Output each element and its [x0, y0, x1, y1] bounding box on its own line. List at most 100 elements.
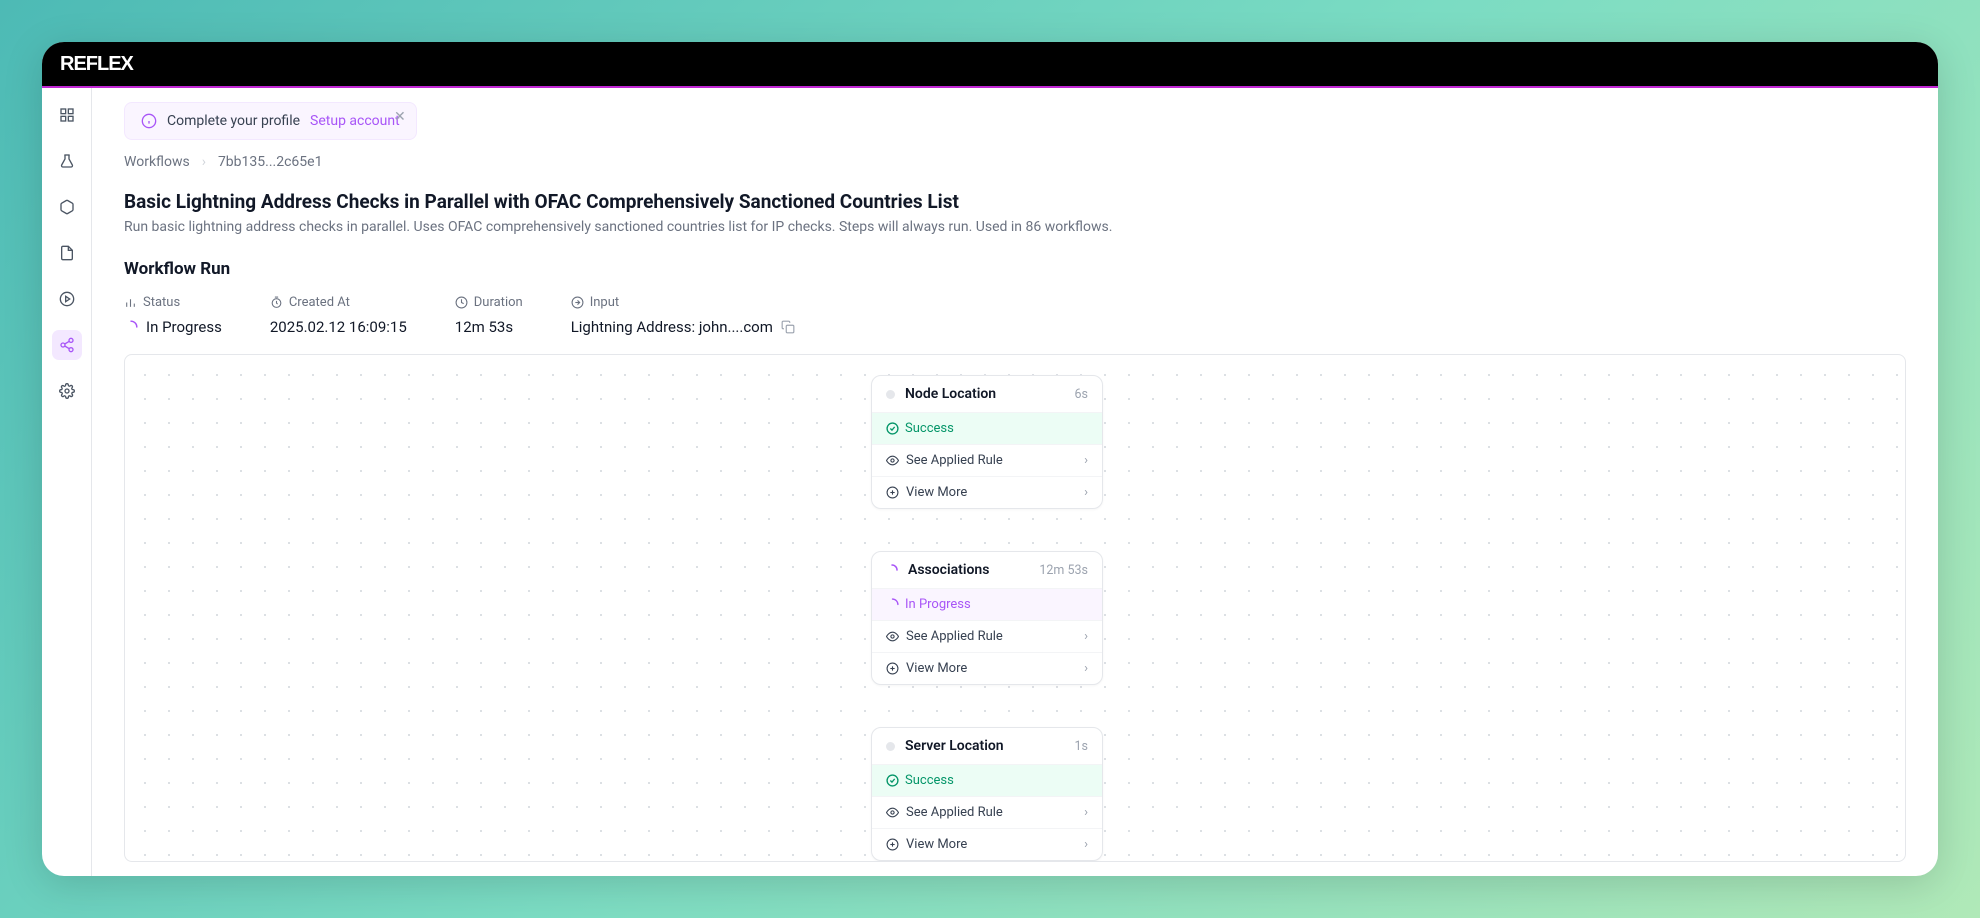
file-icon: [59, 245, 75, 261]
node-head: Server Location 1s: [872, 728, 1102, 764]
bars-icon: [124, 296, 137, 309]
node-title: Associations: [908, 562, 989, 578]
plus-circle-icon: [886, 838, 899, 851]
chevron-right-icon: ›: [202, 154, 206, 170]
gear-icon: [59, 383, 75, 399]
node-dot-icon: [886, 390, 895, 399]
info-icon: [141, 113, 157, 129]
node-dot-icon: [886, 742, 895, 751]
created-label: Created At: [289, 295, 350, 310]
status-value: In Progress: [146, 318, 222, 336]
node-card[interactable]: Server Location 1s Success See Applied R…: [871, 727, 1103, 861]
status-label: Status: [143, 295, 180, 310]
app-window: REFLEX: [42, 42, 1938, 876]
sidebar-item-packages[interactable]: [52, 192, 82, 222]
node-time: 1s: [1075, 739, 1088, 754]
app-body: Complete your profile Setup account ✕ Wo…: [42, 88, 1938, 876]
flask-icon: [59, 153, 75, 169]
sidebar-item-runs[interactable]: [52, 284, 82, 314]
page-description: Run basic lightning address checks in pa…: [124, 219, 1906, 235]
breadcrumb-id: 7bb135...2c65e1: [218, 154, 323, 170]
main-content: Complete your profile Setup account ✕ Wo…: [92, 88, 1938, 876]
duration-label: Duration: [474, 295, 523, 310]
chevron-right-icon: ›: [1084, 629, 1088, 644]
grid-icon: [59, 107, 75, 123]
see-rule-label: See Applied Rule: [906, 453, 1003, 468]
play-circle-icon: [59, 291, 75, 307]
chevron-right-icon: ›: [1084, 661, 1088, 676]
chevron-right-icon: ›: [1084, 453, 1088, 468]
sidebar-item-experiments[interactable]: [52, 146, 82, 176]
view-more-label: View More: [906, 661, 967, 676]
see-applied-rule-row[interactable]: See Applied Rule ›: [872, 796, 1102, 828]
check-circle-icon: [886, 774, 899, 787]
sidebar: [42, 88, 92, 876]
node-time: 12m 53s: [1039, 563, 1088, 578]
stopwatch-icon: [270, 296, 283, 309]
sidebar-item-dashboard[interactable]: [52, 100, 82, 130]
logo: REFLEX: [60, 53, 133, 76]
close-icon[interactable]: ✕: [394, 109, 406, 125]
view-more-row[interactable]: View More ›: [872, 476, 1102, 508]
chevron-right-icon: ›: [1084, 485, 1088, 500]
plus-circle-icon: [886, 486, 899, 499]
breadcrumb: Workflows › 7bb135...2c65e1: [124, 154, 1906, 170]
node-head: Node Location 6s: [872, 376, 1102, 412]
meta-input: Input Lightning Address: john....com: [571, 295, 795, 336]
eye-icon: [886, 630, 899, 643]
see-rule-label: See Applied Rule: [906, 629, 1003, 644]
view-more-row[interactable]: View More ›: [872, 828, 1102, 860]
spinner-icon: [886, 598, 899, 611]
share-icon: [59, 337, 75, 353]
view-more-row[interactable]: View More ›: [872, 652, 1102, 684]
sidebar-item-settings[interactable]: [52, 376, 82, 406]
header-bar: REFLEX: [42, 42, 1938, 88]
setup-account-link[interactable]: Setup account: [310, 113, 400, 129]
copy-icon[interactable]: [781, 320, 795, 334]
meta-row: Status In Progress Created At: [124, 295, 1906, 336]
spinner-icon: [886, 564, 898, 576]
node-status-text: In Progress: [905, 597, 971, 612]
input-label: Input: [590, 295, 619, 310]
page-title: Basic Lightning Address Checks in Parall…: [124, 190, 1906, 213]
spinner-icon: [124, 320, 138, 334]
eye-icon: [886, 806, 899, 819]
clock-icon: [455, 296, 468, 309]
chevron-right-icon: ›: [1084, 837, 1088, 852]
node-status: In Progress: [872, 588, 1102, 620]
banner-text: Complete your profile: [167, 113, 300, 129]
node-card[interactable]: Node Location 6s Success See Applied Rul…: [871, 375, 1103, 509]
breadcrumb-root[interactable]: Workflows: [124, 154, 190, 170]
workflow-canvas[interactable]: Node Location 6s Success See Applied Rul…: [124, 354, 1906, 862]
duration-value: 12m 53s: [455, 318, 513, 336]
view-more-label: View More: [906, 837, 967, 852]
see-rule-label: See Applied Rule: [906, 805, 1003, 820]
chevron-right-icon: ›: [1084, 805, 1088, 820]
see-applied-rule-row[interactable]: See Applied Rule ›: [872, 444, 1102, 476]
plus-circle-icon: [886, 662, 899, 675]
meta-duration: Duration 12m 53s: [455, 295, 523, 336]
section-title: Workflow Run: [124, 259, 1906, 279]
see-applied-rule-row[interactable]: See Applied Rule ›: [872, 620, 1102, 652]
node-card[interactable]: Associations 12m 53s In Progress See App…: [871, 551, 1103, 685]
eye-icon: [886, 454, 899, 467]
node-status-text: Success: [905, 421, 954, 436]
box-icon: [59, 199, 75, 215]
node-status-text: Success: [905, 773, 954, 788]
sidebar-item-workflows[interactable]: [52, 330, 82, 360]
input-value: Lightning Address: john....com: [571, 318, 773, 336]
sidebar-item-docs[interactable]: [52, 238, 82, 268]
meta-created: Created At 2025.02.12 16:09:15: [270, 295, 407, 336]
view-more-label: View More: [906, 485, 967, 500]
profile-banner: Complete your profile Setup account ✕: [124, 102, 417, 140]
created-value: 2025.02.12 16:09:15: [270, 318, 407, 336]
node-head: Associations 12m 53s: [872, 552, 1102, 588]
node-time: 6s: [1075, 387, 1088, 402]
check-circle-icon: [886, 422, 899, 435]
node-title: Node Location: [905, 386, 996, 402]
meta-status: Status In Progress: [124, 295, 222, 336]
node-status: Success: [872, 764, 1102, 796]
arrow-input-icon: [571, 296, 584, 309]
node-status: Success: [872, 412, 1102, 444]
node-title: Server Location: [905, 738, 1004, 754]
